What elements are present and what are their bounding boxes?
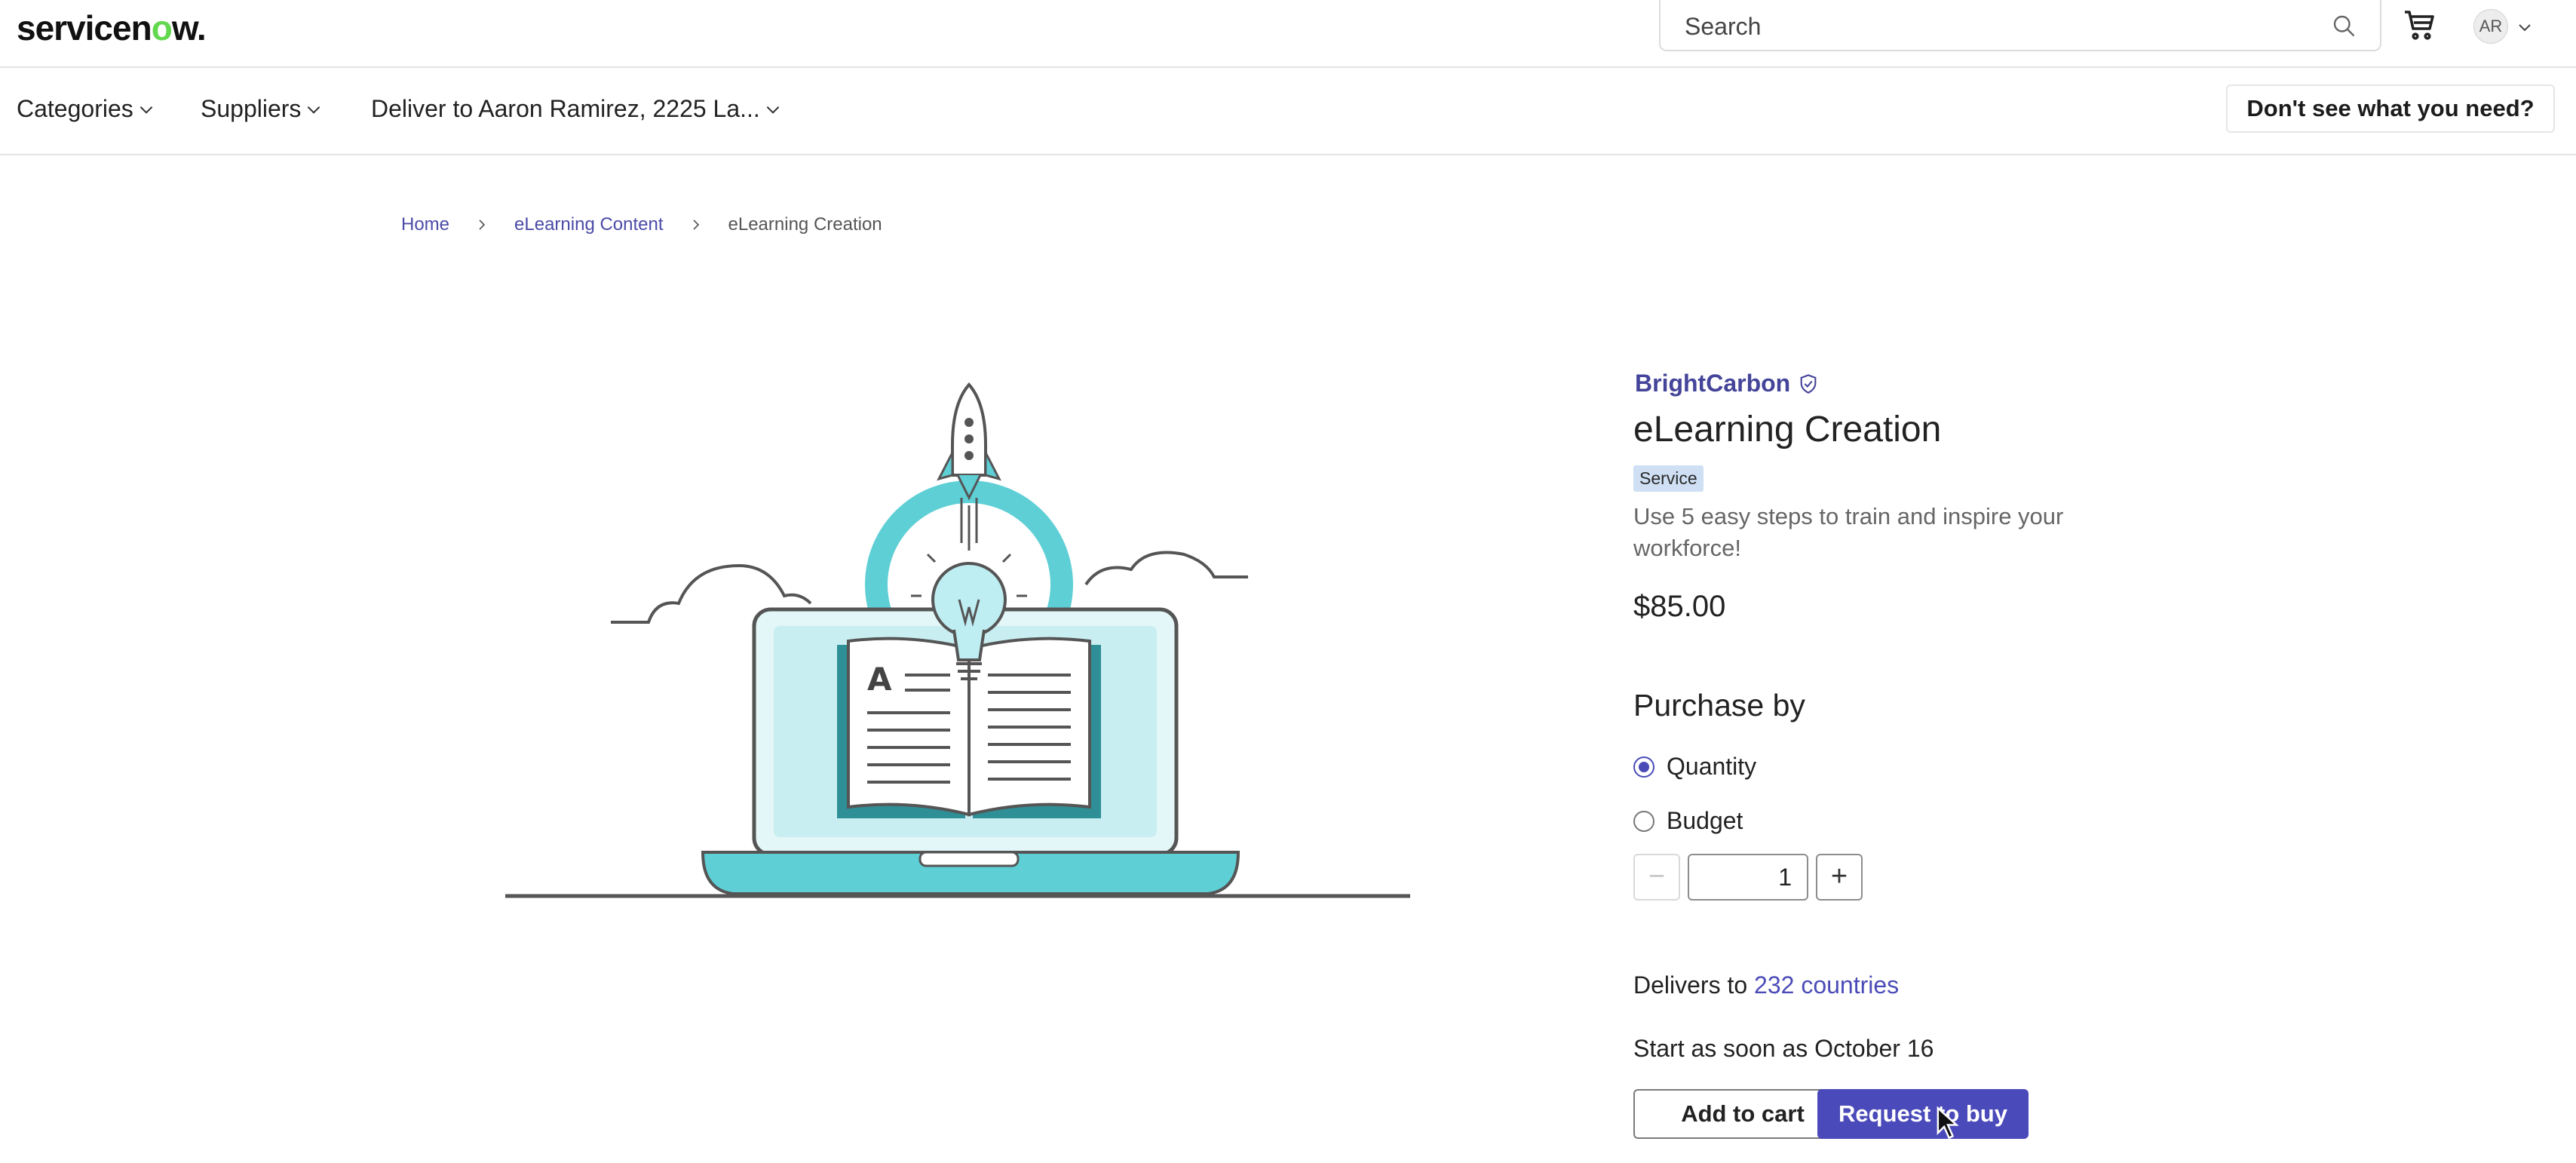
search-icon[interactable] bbox=[2330, 12, 2357, 39]
delivery-info: Delivers to 232 countries bbox=[1633, 971, 1899, 999]
avatar[interactable]: AR bbox=[2473, 9, 2508, 44]
chevron-down-icon[interactable] bbox=[2516, 18, 2534, 36]
svg-text:A: A bbox=[867, 661, 892, 698]
chevron-right-icon bbox=[479, 219, 486, 230]
quantity-stepper: − + bbox=[1633, 854, 1863, 901]
supplier-name: BrightCarbon bbox=[1635, 370, 1791, 397]
categories-label: Categories bbox=[17, 95, 133, 122]
suppliers-menu[interactable]: Suppliers bbox=[201, 95, 324, 123]
breadcrumb-home[interactable]: Home bbox=[401, 214, 449, 235]
search-box[interactable] bbox=[1659, 0, 2381, 51]
chevron-right-icon bbox=[692, 219, 699, 230]
delivers-to-label: Delivers to bbox=[1633, 971, 1755, 999]
mouse-cursor-icon bbox=[1937, 1106, 1959, 1140]
countries-link[interactable]: 232 countries bbox=[1754, 971, 1899, 999]
start-date: Start as soon as October 16 bbox=[1633, 1035, 1934, 1062]
deliver-to-label: Deliver to Aaron Ramirez, 2225 La... bbox=[371, 95, 760, 122]
cart-icon[interactable] bbox=[2402, 8, 2438, 44]
decrement-button[interactable]: − bbox=[1633, 854, 1680, 901]
product-title: eLearning Creation bbox=[1633, 410, 1942, 450]
purchase-option-budget[interactable]: Budget bbox=[1633, 807, 1743, 835]
product-description: Use 5 easy steps to train and inspire yo… bbox=[1633, 503, 2064, 561]
chevron-down-icon bbox=[308, 106, 320, 114]
product-type-badge: Service bbox=[1633, 465, 1704, 492]
supplier-link[interactable]: BrightCarbon bbox=[1635, 370, 1819, 397]
chevron-down-icon bbox=[140, 106, 153, 114]
quantity-radio-label: Quantity bbox=[1667, 753, 1757, 780]
chevron-down-icon bbox=[766, 106, 780, 114]
product-price: $85.00 bbox=[1633, 590, 1726, 623]
request-to-buy-button[interactable]: Request to buy bbox=[1817, 1089, 2029, 1139]
nav-bar: Categories Suppliers Deliver to Aaron Ra… bbox=[0, 68, 2576, 155]
servicenow-logo[interactable]: servicenow. bbox=[17, 8, 207, 48]
purchase-by-heading: Purchase by bbox=[1633, 688, 1805, 723]
deliver-to-menu[interactable]: Deliver to Aaron Ramirez, 2225 La... bbox=[371, 95, 783, 123]
budget-radio[interactable] bbox=[1633, 810, 1654, 832]
breadcrumb: Home eLearning Content eLearning Creatio… bbox=[401, 214, 882, 235]
search-input[interactable] bbox=[1683, 9, 2305, 44]
breadcrumb-current: eLearning Creation bbox=[728, 214, 882, 235]
categories-menu[interactable]: Categories bbox=[17, 95, 156, 123]
suppliers-label: Suppliers bbox=[201, 95, 302, 122]
elearning-illustration: A bbox=[505, 382, 1410, 898]
top-bar: servicenow. AR bbox=[0, 0, 2576, 68]
purchase-option-quantity[interactable]: Quantity bbox=[1633, 753, 1756, 781]
dont-see-button[interactable]: Don't see what you need? bbox=[2226, 84, 2555, 133]
quantity-input[interactable] bbox=[1688, 854, 1808, 901]
verified-shield-icon bbox=[1800, 373, 1817, 394]
increment-button[interactable]: + bbox=[1816, 854, 1863, 901]
quantity-radio[interactable] bbox=[1633, 756, 1654, 778]
breadcrumb-elearning-content[interactable]: eLearning Content bbox=[514, 214, 663, 235]
budget-radio-label: Budget bbox=[1667, 807, 1743, 834]
